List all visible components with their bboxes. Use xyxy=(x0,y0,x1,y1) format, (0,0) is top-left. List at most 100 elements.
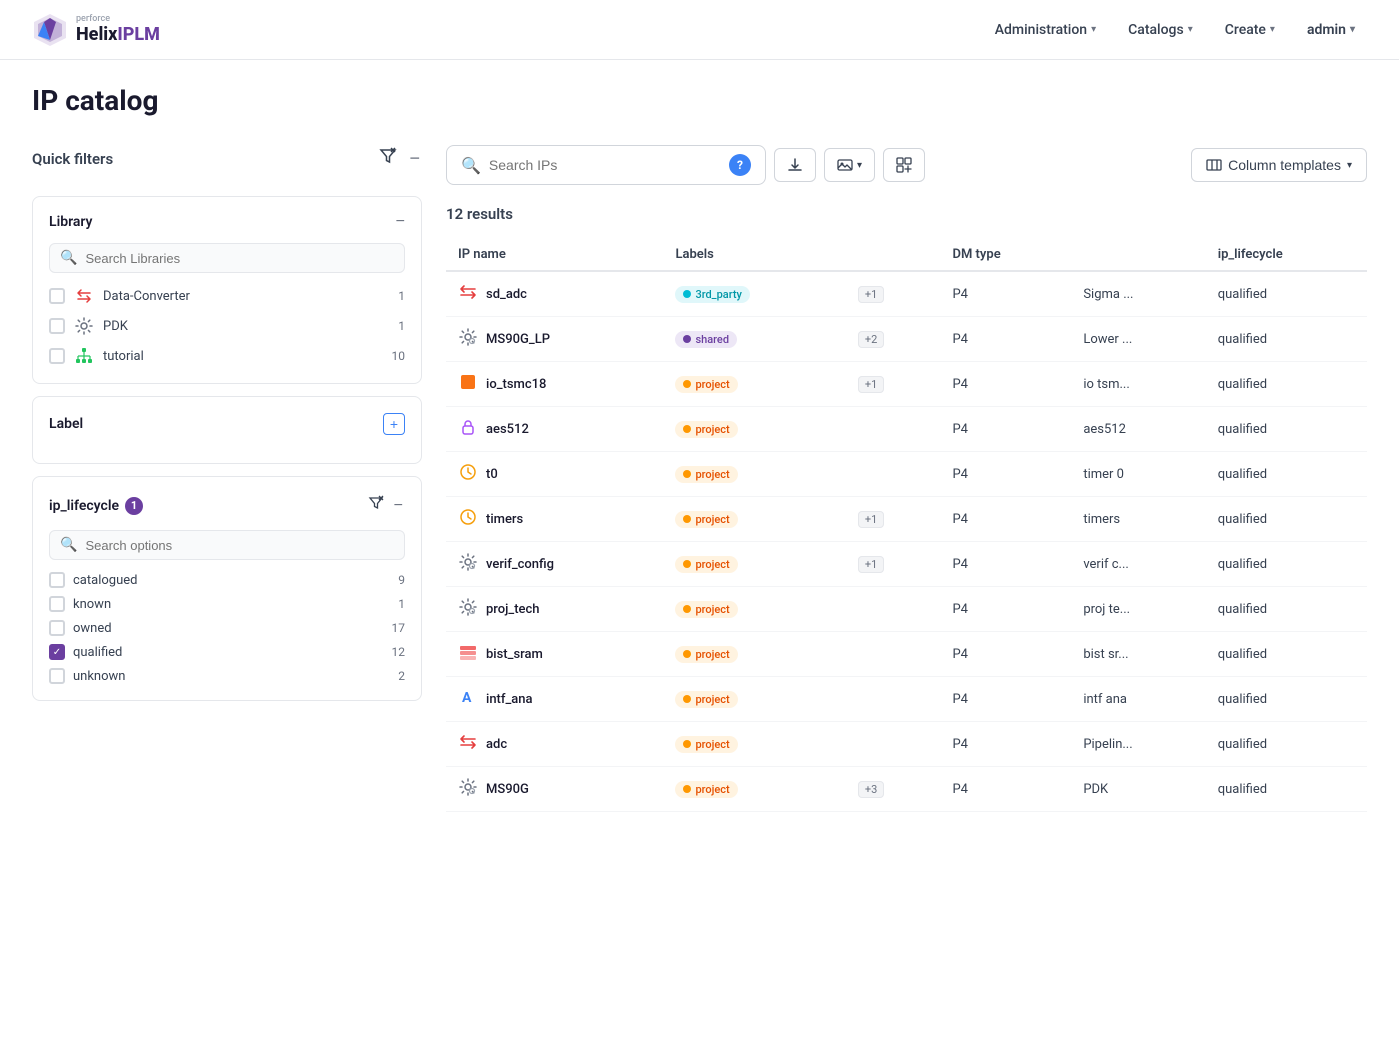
image-button[interactable]: ▾ xyxy=(824,148,875,182)
dm-type-cell: P4 xyxy=(940,452,1071,497)
dm-type-cell: P4 xyxy=(940,542,1071,587)
table-row[interactable]: proj_techprojectP4proj te...qualified xyxy=(446,587,1367,632)
lifecycle-checkbox-qualified[interactable]: ✓ xyxy=(49,644,65,660)
ip-search-input[interactable] xyxy=(489,157,721,173)
ip-type-icon xyxy=(458,777,478,801)
label-panel-title: Label xyxy=(49,416,83,432)
lifecycle-search-box[interactable]: 🔍 xyxy=(49,530,405,560)
col-header-labels-extra xyxy=(842,239,941,271)
library-checkbox-pdk[interactable] xyxy=(49,318,65,334)
lifecycle-label-known: known xyxy=(73,597,111,612)
filter-clear-icon xyxy=(379,147,397,165)
table-row[interactable]: Aintf_anaprojectP4intf anaqualified xyxy=(446,677,1367,722)
lifecycle-checkbox-unknown[interactable] xyxy=(49,668,65,684)
lifecycle-label-owned: owned xyxy=(73,621,112,636)
ip-name[interactable]: MS90G_LP xyxy=(486,332,550,347)
table-row[interactable]: bist_sramprojectP4bist sr...qualified xyxy=(446,632,1367,677)
ip-type-icon xyxy=(458,597,478,621)
lifecycle-value: qualified xyxy=(1218,602,1267,617)
ip-type-icon: A xyxy=(458,687,478,711)
nav-administration[interactable]: Administration ▾ xyxy=(983,14,1108,46)
labels-cell: shared xyxy=(663,317,841,362)
ip-lifecycle-panel-title: ip_lifecycle xyxy=(49,498,119,514)
ip-name[interactable]: proj_tech xyxy=(486,602,540,617)
column-templates-button[interactable]: Column templates ▾ xyxy=(1191,148,1367,182)
lifecycle-search-input[interactable] xyxy=(85,538,394,553)
ip-name-cell: verif_config xyxy=(446,542,663,587)
ip-lifecycle-collapse-button[interactable]: − xyxy=(392,495,405,517)
ip-name[interactable]: verif_config xyxy=(486,557,554,572)
table-body: sd_adc3rd_party+1P4Sigma ...qualified MS9… xyxy=(446,271,1367,812)
lifecycle-value: qualified xyxy=(1218,467,1267,482)
library-search-box[interactable]: 🔍 xyxy=(49,243,405,273)
ip-name[interactable]: intf_ana xyxy=(486,692,533,707)
ip-name[interactable]: io_tsmc18 xyxy=(486,377,546,392)
table-row[interactable]: MS90Gproject+3P4PDKqualified xyxy=(446,767,1367,812)
plus-badge[interactable]: +3 xyxy=(858,781,884,798)
label-tag: project xyxy=(675,601,737,618)
label-tag: project xyxy=(675,781,737,798)
ip-name[interactable]: timers xyxy=(486,512,523,527)
quick-filters-header: Quick filters − xyxy=(32,145,422,172)
ip-type-icon xyxy=(458,417,478,441)
library-collapse-button[interactable]: − xyxy=(396,213,405,231)
expand-button[interactable] xyxy=(883,148,925,182)
lifecycle-cell: qualified xyxy=(1206,271,1367,317)
plus-badge[interactable]: +1 xyxy=(858,286,884,303)
label-add-button[interactable]: + xyxy=(383,413,405,435)
lifecycle-count-qualified: 12 xyxy=(392,645,406,659)
lifecycle-checkbox-known[interactable] xyxy=(49,596,65,612)
library-checkbox-data-converter[interactable] xyxy=(49,288,65,304)
collapse-filters-button[interactable]: − xyxy=(407,147,422,171)
lifecycle-count-catalogued: 9 xyxy=(398,573,405,587)
ip-name[interactable]: MS90G xyxy=(486,782,529,797)
table-row[interactable]: adcprojectP4Pipelin...qualified xyxy=(446,722,1367,767)
lifecycle-count-known: 1 xyxy=(398,597,405,611)
ip-name[interactable]: bist_sram xyxy=(486,647,543,662)
table-row[interactable]: t0projectP4timer 0qualified xyxy=(446,452,1367,497)
plus-badge[interactable]: +1 xyxy=(858,511,884,528)
lifecycle-checkbox-catalogued[interactable] xyxy=(49,572,65,588)
ip-name-cell: io_tsmc18 xyxy=(446,362,663,407)
plus-badge[interactable]: +2 xyxy=(858,331,884,348)
user-menu[interactable]: admin ▾ xyxy=(1295,14,1367,46)
search-icon: 🔍 xyxy=(60,537,77,553)
nav-create[interactable]: Create ▾ xyxy=(1213,14,1287,46)
plus-badge[interactable]: +1 xyxy=(858,556,884,573)
label-tag: project xyxy=(675,736,737,753)
table-row[interactable]: timersproject+1P4timersqualified xyxy=(446,497,1367,542)
ip-name[interactable]: sd_adc xyxy=(486,287,527,302)
lifecycle-value: qualified xyxy=(1218,422,1267,437)
table-row[interactable]: verif_configproject+1P4verif c...qualifi… xyxy=(446,542,1367,587)
search-icon: 🔍 xyxy=(461,156,481,175)
dm-type-cell: P4 xyxy=(940,722,1071,767)
table-row[interactable]: MS90G_LPshared+2P4Lower ...qualified xyxy=(446,317,1367,362)
clear-filters-button[interactable] xyxy=(377,145,399,172)
ip-search-bar[interactable]: 🔍 ? xyxy=(446,145,766,185)
plus-badge[interactable]: +1 xyxy=(858,376,884,393)
search-help-button[interactable]: ? xyxy=(729,154,751,176)
library-search-input[interactable] xyxy=(85,251,394,266)
ip-name[interactable]: aes512 xyxy=(486,422,529,437)
label-tag: project xyxy=(675,691,737,708)
chevron-down-icon: ▾ xyxy=(1350,24,1355,35)
col-header-ip-lifecycle: ip_lifecycle xyxy=(1206,239,1367,271)
ip-type-icon xyxy=(458,642,478,666)
table-row[interactable]: sd_adc3rd_party+1P4Sigma ...qualified xyxy=(446,271,1367,317)
table-row[interactable]: aes512projectP4aes512qualified xyxy=(446,407,1367,452)
library-checkbox-tutorial[interactable] xyxy=(49,348,65,364)
lifecycle-value: qualified xyxy=(1218,512,1267,527)
ip-lifecycle-panel: ip_lifecycle 1 − xyxy=(32,476,422,701)
main-nav: Administration ▾ Catalogs ▾ Create ▾ adm… xyxy=(983,14,1367,46)
ip-name[interactable]: t0 xyxy=(486,467,498,482)
lifecycle-checkbox-owned[interactable] xyxy=(49,620,65,636)
download-button[interactable] xyxy=(774,148,816,182)
labels-cell: project xyxy=(663,452,841,497)
label-plus-cell: +1 xyxy=(842,271,941,317)
ip-lifecycle-clear-button[interactable] xyxy=(366,493,386,518)
nav-catalogs[interactable]: Catalogs ▾ xyxy=(1116,14,1205,46)
library-label-tutorial: tutorial xyxy=(103,349,144,364)
lifecycle-label-catalogued: catalogued xyxy=(73,573,137,588)
table-row[interactable]: io_tsmc18project+1P4io tsm...qualified xyxy=(446,362,1367,407)
ip-name[interactable]: adc xyxy=(486,737,507,752)
